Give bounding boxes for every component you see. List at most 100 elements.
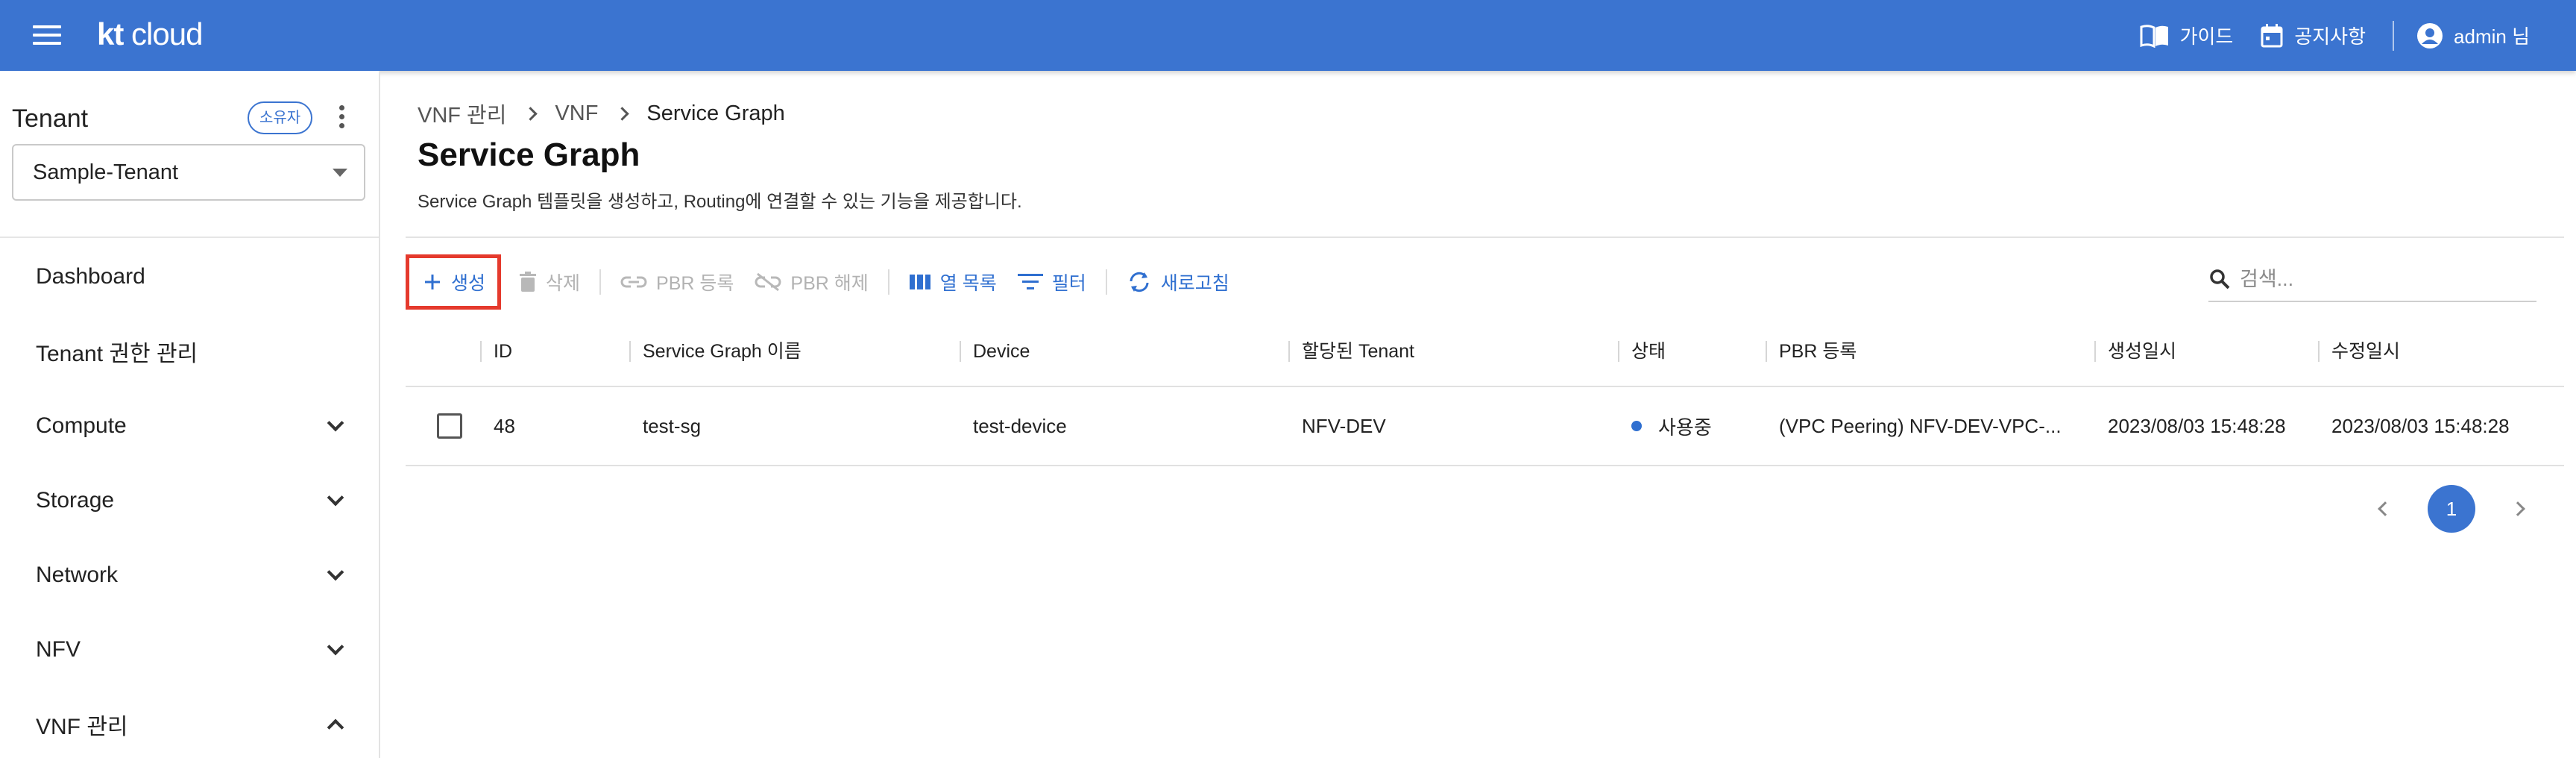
tenant-select-value: Sample-Tenant bbox=[33, 160, 179, 184]
toolbar-divider bbox=[599, 269, 602, 295]
columns-button[interactable]: 열 목록 bbox=[898, 256, 1007, 308]
cell-created: 2023/08/03 15:48:28 bbox=[2108, 414, 2286, 437]
refresh-icon bbox=[1130, 272, 1149, 292]
search-icon bbox=[2210, 269, 2230, 289]
delete-label: 삭제 bbox=[546, 273, 581, 294]
service-graph-table: ID Service Graph 이름 Device 할당된 Tenant 상태… bbox=[406, 317, 2564, 466]
sidebar-item-label: Network bbox=[36, 563, 119, 587]
tenant-select[interactable]: Sample-Tenant bbox=[12, 144, 365, 201]
breadcrumb-current: Service Graph bbox=[646, 101, 785, 125]
page-description: Service Graph 템플릿을 생성하고, Routing에 연결할 수 … bbox=[418, 192, 1022, 212]
cell-updated: 2023/08/03 15:48:28 bbox=[2331, 414, 2510, 437]
page-title: Service Graph bbox=[418, 137, 640, 173]
account-circle-icon bbox=[2417, 22, 2443, 48]
cell-id: 48 bbox=[494, 414, 515, 437]
sidebar-item-label: VNF 관리 bbox=[36, 715, 128, 739]
column-header-status[interactable]: 상태 bbox=[1618, 316, 1766, 386]
sidebar-item-storage[interactable]: Storage bbox=[0, 463, 379, 538]
owner-badge: 소유자 bbox=[248, 101, 313, 134]
guide-link[interactable]: 가이드 bbox=[2140, 22, 2234, 49]
sidebar-item-label: Compute bbox=[36, 413, 127, 438]
guide-label: 가이드 bbox=[2179, 25, 2234, 48]
menu-icon[interactable] bbox=[33, 25, 61, 46]
header-divider bbox=[2393, 20, 2395, 51]
table-row[interactable]: 48 test-sg test-device NFV-DEV 사용중 (VPC … bbox=[406, 387, 2564, 466]
main-content: VNF 관리 VNF Service Graph Service Graph S… bbox=[382, 71, 2576, 758]
cell-tenant: NFV-DEV bbox=[1302, 414, 1386, 437]
chevron-right-icon bbox=[523, 106, 538, 121]
kt-cloud-logo[interactable]: kt cloud bbox=[97, 16, 203, 52]
sidebar-divider bbox=[0, 237, 379, 238]
link-off-icon bbox=[755, 272, 781, 292]
pagination: 1 bbox=[2378, 485, 2525, 533]
column-header-device[interactable]: Device bbox=[960, 316, 1288, 386]
status-text: 사용중 bbox=[1658, 416, 1712, 439]
column-header-pbr[interactable]: PBR 등록 bbox=[1766, 316, 2094, 386]
column-header-updated[interactable]: 수정일시 bbox=[2318, 316, 2564, 386]
user-menu[interactable]: admin 님 bbox=[2416, 22, 2530, 49]
link-add-icon bbox=[620, 276, 647, 288]
notice-link[interactable]: 공지사항 bbox=[2260, 22, 2366, 49]
search-input[interactable] bbox=[2240, 267, 2523, 291]
page-button-current[interactable]: 1 bbox=[2428, 485, 2475, 533]
column-header-id[interactable]: ID bbox=[480, 316, 629, 386]
toolbar-divider bbox=[887, 269, 889, 295]
user-label: admin 님 bbox=[2454, 25, 2530, 48]
more-vert-icon[interactable] bbox=[334, 105, 349, 132]
logo-kt: kt bbox=[97, 16, 124, 51]
sidebar-item-compute[interactable]: Compute bbox=[0, 389, 379, 463]
status-dot-icon bbox=[1631, 421, 1642, 431]
breadcrumb-item[interactable]: VNF 관리 bbox=[418, 98, 506, 129]
notice-label: 공지사항 bbox=[2294, 25, 2366, 48]
dropdown-arrow-icon bbox=[333, 169, 347, 177]
filter-label: 필터 bbox=[1051, 273, 1086, 294]
pbr-register-button[interactable]: PBR 등록 bbox=[610, 256, 744, 308]
sidebar-item-label: Storage bbox=[36, 488, 115, 513]
pbr-release-button[interactable]: PBR 해제 bbox=[744, 256, 878, 308]
top-bar: kt cloud 가이드 공지사항 admin 님 bbox=[0, 0, 2576, 71]
filter-button[interactable]: 필터 bbox=[1007, 256, 1097, 308]
column-header-created[interactable]: 생성일시 bbox=[2094, 316, 2318, 386]
toolbar-divider bbox=[1105, 269, 1107, 295]
create-button[interactable]: 생성 bbox=[406, 254, 502, 310]
calendar-icon bbox=[2261, 23, 2283, 47]
refresh-button[interactable]: 새로고침 bbox=[1116, 256, 1240, 308]
chevron-left-icon[interactable] bbox=[2378, 501, 2393, 516]
book-icon bbox=[2140, 24, 2168, 48]
create-label: 생성 bbox=[451, 273, 486, 294]
chevron-down-icon bbox=[327, 489, 344, 507]
column-header-tenant[interactable]: 할당된 Tenant bbox=[1288, 316, 1618, 386]
cell-status: 사용중 bbox=[1618, 413, 1766, 440]
cell-pbr: (VPC Peering) NFV-DEV-VPC-... bbox=[1779, 414, 2062, 437]
sidebar-item-label: Dashboard bbox=[36, 264, 145, 289]
delete-button[interactable]: 삭제 bbox=[508, 256, 591, 308]
divider bbox=[406, 237, 2564, 238]
sidebar: Tenant 소유자 Sample-Tenant Dashboard Tenan… bbox=[0, 71, 380, 758]
sidebar-item-nfv[interactable]: NFV bbox=[0, 613, 379, 687]
chevron-down-icon bbox=[327, 414, 344, 432]
chevron-right-icon bbox=[615, 106, 630, 121]
pbr-release-label: PBR 해제 bbox=[790, 273, 869, 294]
sidebar-item-tenant-permission[interactable]: Tenant 권한 관리 bbox=[0, 314, 379, 389]
cell-device: test-device bbox=[973, 414, 1067, 437]
sidebar-menu: Dashboard Tenant 권한 관리 Compute Storage N… bbox=[0, 239, 379, 758]
row-checkbox[interactable] bbox=[437, 413, 462, 439]
sidebar-item-vnf-management[interactable]: VNF 관리 bbox=[0, 687, 379, 758]
pbr-register-label: PBR 등록 bbox=[656, 273, 734, 294]
table-header: ID Service Graph 이름 Device 할당된 Tenant 상태… bbox=[406, 317, 2564, 387]
sidebar-item-label: Tenant 권한 관리 bbox=[36, 342, 198, 366]
chevron-down-icon bbox=[327, 638, 344, 656]
sidebar-item-label: NFV bbox=[36, 637, 81, 662]
logo-cloud: cloud bbox=[131, 16, 203, 51]
toolbar: 생성 삭제 PBR 등록 PBR 해제 열 목록 필터 새로고침 bbox=[406, 254, 1240, 310]
search-box bbox=[2208, 257, 2536, 302]
trash-icon bbox=[520, 272, 537, 292]
view-column-icon bbox=[909, 275, 930, 289]
sidebar-item-network[interactable]: Network bbox=[0, 538, 379, 613]
chevron-right-icon[interactable] bbox=[2510, 501, 2525, 516]
breadcrumb-item[interactable]: VNF bbox=[555, 101, 598, 126]
cell-name: test-sg bbox=[643, 414, 702, 437]
refresh-label: 새로고침 bbox=[1160, 273, 1229, 294]
column-header-name[interactable]: Service Graph 이름 bbox=[629, 316, 960, 386]
sidebar-item-dashboard[interactable]: Dashboard bbox=[0, 239, 379, 314]
